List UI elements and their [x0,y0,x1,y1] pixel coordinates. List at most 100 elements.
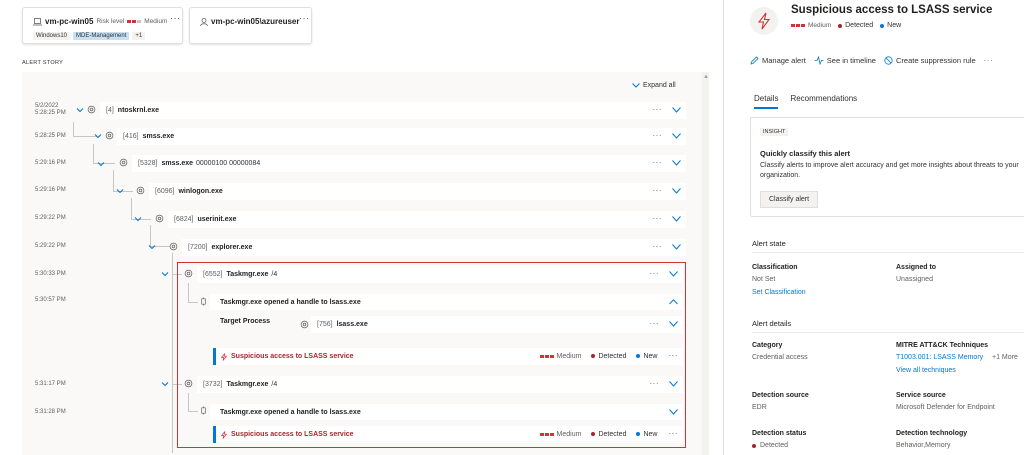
alert-severity: Medium [556,430,582,438]
chevron-down-icon[interactable] [672,188,681,194]
alert-row[interactable]: Suspicious access to LSASS service Mediu… [213,426,683,443]
manage-alert-label: Manage alert [762,56,806,65]
more-options-button[interactable]: ··· [650,380,660,388]
create-suppression-rule-button[interactable]: Create suppression rule [884,56,976,65]
chevron-down-icon[interactable] [672,107,681,113]
device-name[interactable]: vm-pc-win05 [45,17,93,26]
insight-text: Classify alerts to improve alert accurac… [760,162,1019,179]
device-more-button[interactable]: ··· [170,13,181,23]
target-process-row[interactable]: [756] lsass.exe ··· [311,316,683,333]
more-options-button[interactable]: ··· [653,215,663,223]
classification-value: Not Set [752,276,776,283]
chevron-down-icon[interactable] [672,244,681,250]
collapse-chevron-icon[interactable] [116,187,124,195]
classify-alert-button[interactable]: Classify alert [760,191,819,208]
process-row[interactable]: [5328] smss.exe 00000100 00000084 ··· [132,155,686,172]
detection-status-value: Detected [752,442,788,449]
more-options-button[interactable]: ··· [653,243,663,251]
event-row[interactable]: Taskmgr.exe opened a handle to lsass.exe [210,294,683,310]
tab-recommendations[interactable]: Recommendations [790,94,857,109]
device-tag: Windows10 [33,32,71,40]
more-options-button[interactable]: ··· [653,106,663,114]
collapse-chevron-icon[interactable] [76,106,84,114]
process-row[interactable]: [416] smss.exe ··· [117,128,686,145]
chevron-down-icon[interactable] [669,381,678,387]
device-tag-more[interactable]: +1 [132,32,146,40]
alert-title[interactable]: Suspicious access to LSASS service [231,353,354,360]
more-options-button[interactable]: ··· [650,320,660,328]
timestamp: 5:30:57 PM [35,297,66,303]
collapse-chevron-icon[interactable] [94,132,102,140]
panel-tabs: Details Recommendations [754,94,857,109]
process-row[interactable]: [4] ntoskrnl.exe ··· [100,102,686,119]
chevron-down-icon[interactable] [672,216,681,222]
chevron-down-icon[interactable] [672,160,681,166]
process-icon [155,214,164,223]
alert-row[interactable]: Suspicious access to LSASS service Mediu… [213,348,683,365]
process-row[interactable]: [6824] userinit.exe ··· [168,211,686,228]
user-icon [200,17,208,26]
alert-severity: Medium [556,352,582,360]
alert-state-heading: Alert state [752,239,786,248]
chevron-down-icon[interactable] [672,133,681,139]
more-options-button[interactable]: ··· [669,430,679,438]
process-pid: [6096] [155,188,175,195]
mitre-technique-link[interactable]: T1003.001: LSASS Memory [896,354,983,361]
insight-card: INSIGHT Quickly classify this alert Clas… [750,117,1024,217]
chevron-down-icon[interactable] [669,271,678,277]
set-classification-link[interactable]: Set Classification [752,289,806,296]
alert-status: Detected [845,22,874,29]
tree-line [73,122,74,136]
user-name[interactable]: vm-pc-win05\azureuser [211,17,299,26]
process-icon [300,320,309,329]
toolbar-more-button[interactable]: ··· [984,56,994,65]
tab-details[interactable]: Details [754,94,779,109]
see-in-timeline-label: See in timeline [826,56,876,65]
see-in-timeline-button[interactable]: See in timeline [814,56,876,65]
process-name: smss.exe [142,133,175,140]
tree-line [188,283,189,302]
view-all-techniques-link[interactable]: View all techniques [896,367,956,374]
scroll-up-icon[interactable]: ▲ [703,74,709,80]
more-options-button[interactable]: ··· [653,132,663,140]
user-card[interactable]: vm-pc-win05\azureuser ··· [189,7,312,44]
process-name: userinit.exe [197,216,237,223]
collapse-chevron-icon[interactable] [161,380,169,388]
alert-title[interactable]: Suspicious access to LSASS service [231,431,354,438]
alert-details-heading: Alert details [752,319,792,328]
process-row[interactable]: [3732] Taskmgr.exe /4 ··· [197,376,683,393]
detection-status-text: Detected [760,442,789,449]
manage-alert-button[interactable]: Manage alert [750,56,806,65]
mitre-more-link[interactable]: +1 More [992,354,1018,361]
chevron-up-icon[interactable] [669,299,678,305]
collapse-chevron-icon[interactable] [134,215,142,223]
collapse-chevron-icon[interactable] [148,243,156,251]
collapse-chevron-icon[interactable] [161,270,169,278]
classification-dot-icon [636,354,641,358]
classification-label: Classification [752,264,798,271]
more-options-button[interactable]: ··· [650,270,660,278]
laptop-icon [33,17,42,25]
tree-line [131,198,132,220]
more-options-button[interactable]: ··· [653,187,663,195]
story-scrollbar[interactable]: ▲ [702,72,709,455]
status-dot-icon [591,432,596,436]
chevron-down-icon[interactable] [669,321,678,327]
chevron-down-icon[interactable] [669,409,678,415]
device-card[interactable]: vm-pc-win05 Risk level Medium ··· Window… [22,7,183,44]
insight-title: Quickly classify this alert [760,149,851,158]
event-row[interactable]: Taskmgr.exe opened a handle to lsass.exe [210,404,683,420]
process-row[interactable]: [6552] Taskmgr.exe /4 ··· [197,266,683,283]
process-row[interactable]: [7200] explorer.exe ··· [182,239,686,256]
device-tag: MDE-Management [73,32,130,40]
alert-story-heading: ALERT STORY [22,60,64,66]
more-options-button[interactable]: ··· [653,159,663,167]
expand-all-button[interactable]: Expand all [632,82,676,89]
process-name: smss.exe [161,160,193,167]
collapse-chevron-icon[interactable] [97,160,105,168]
user-more-button[interactable]: ··· [299,13,310,23]
process-row[interactable]: [6096] winlogon.exe ··· [149,183,686,200]
event-icon [201,297,206,306]
more-options-button[interactable]: ··· [669,352,679,360]
tree-line [172,253,173,453]
